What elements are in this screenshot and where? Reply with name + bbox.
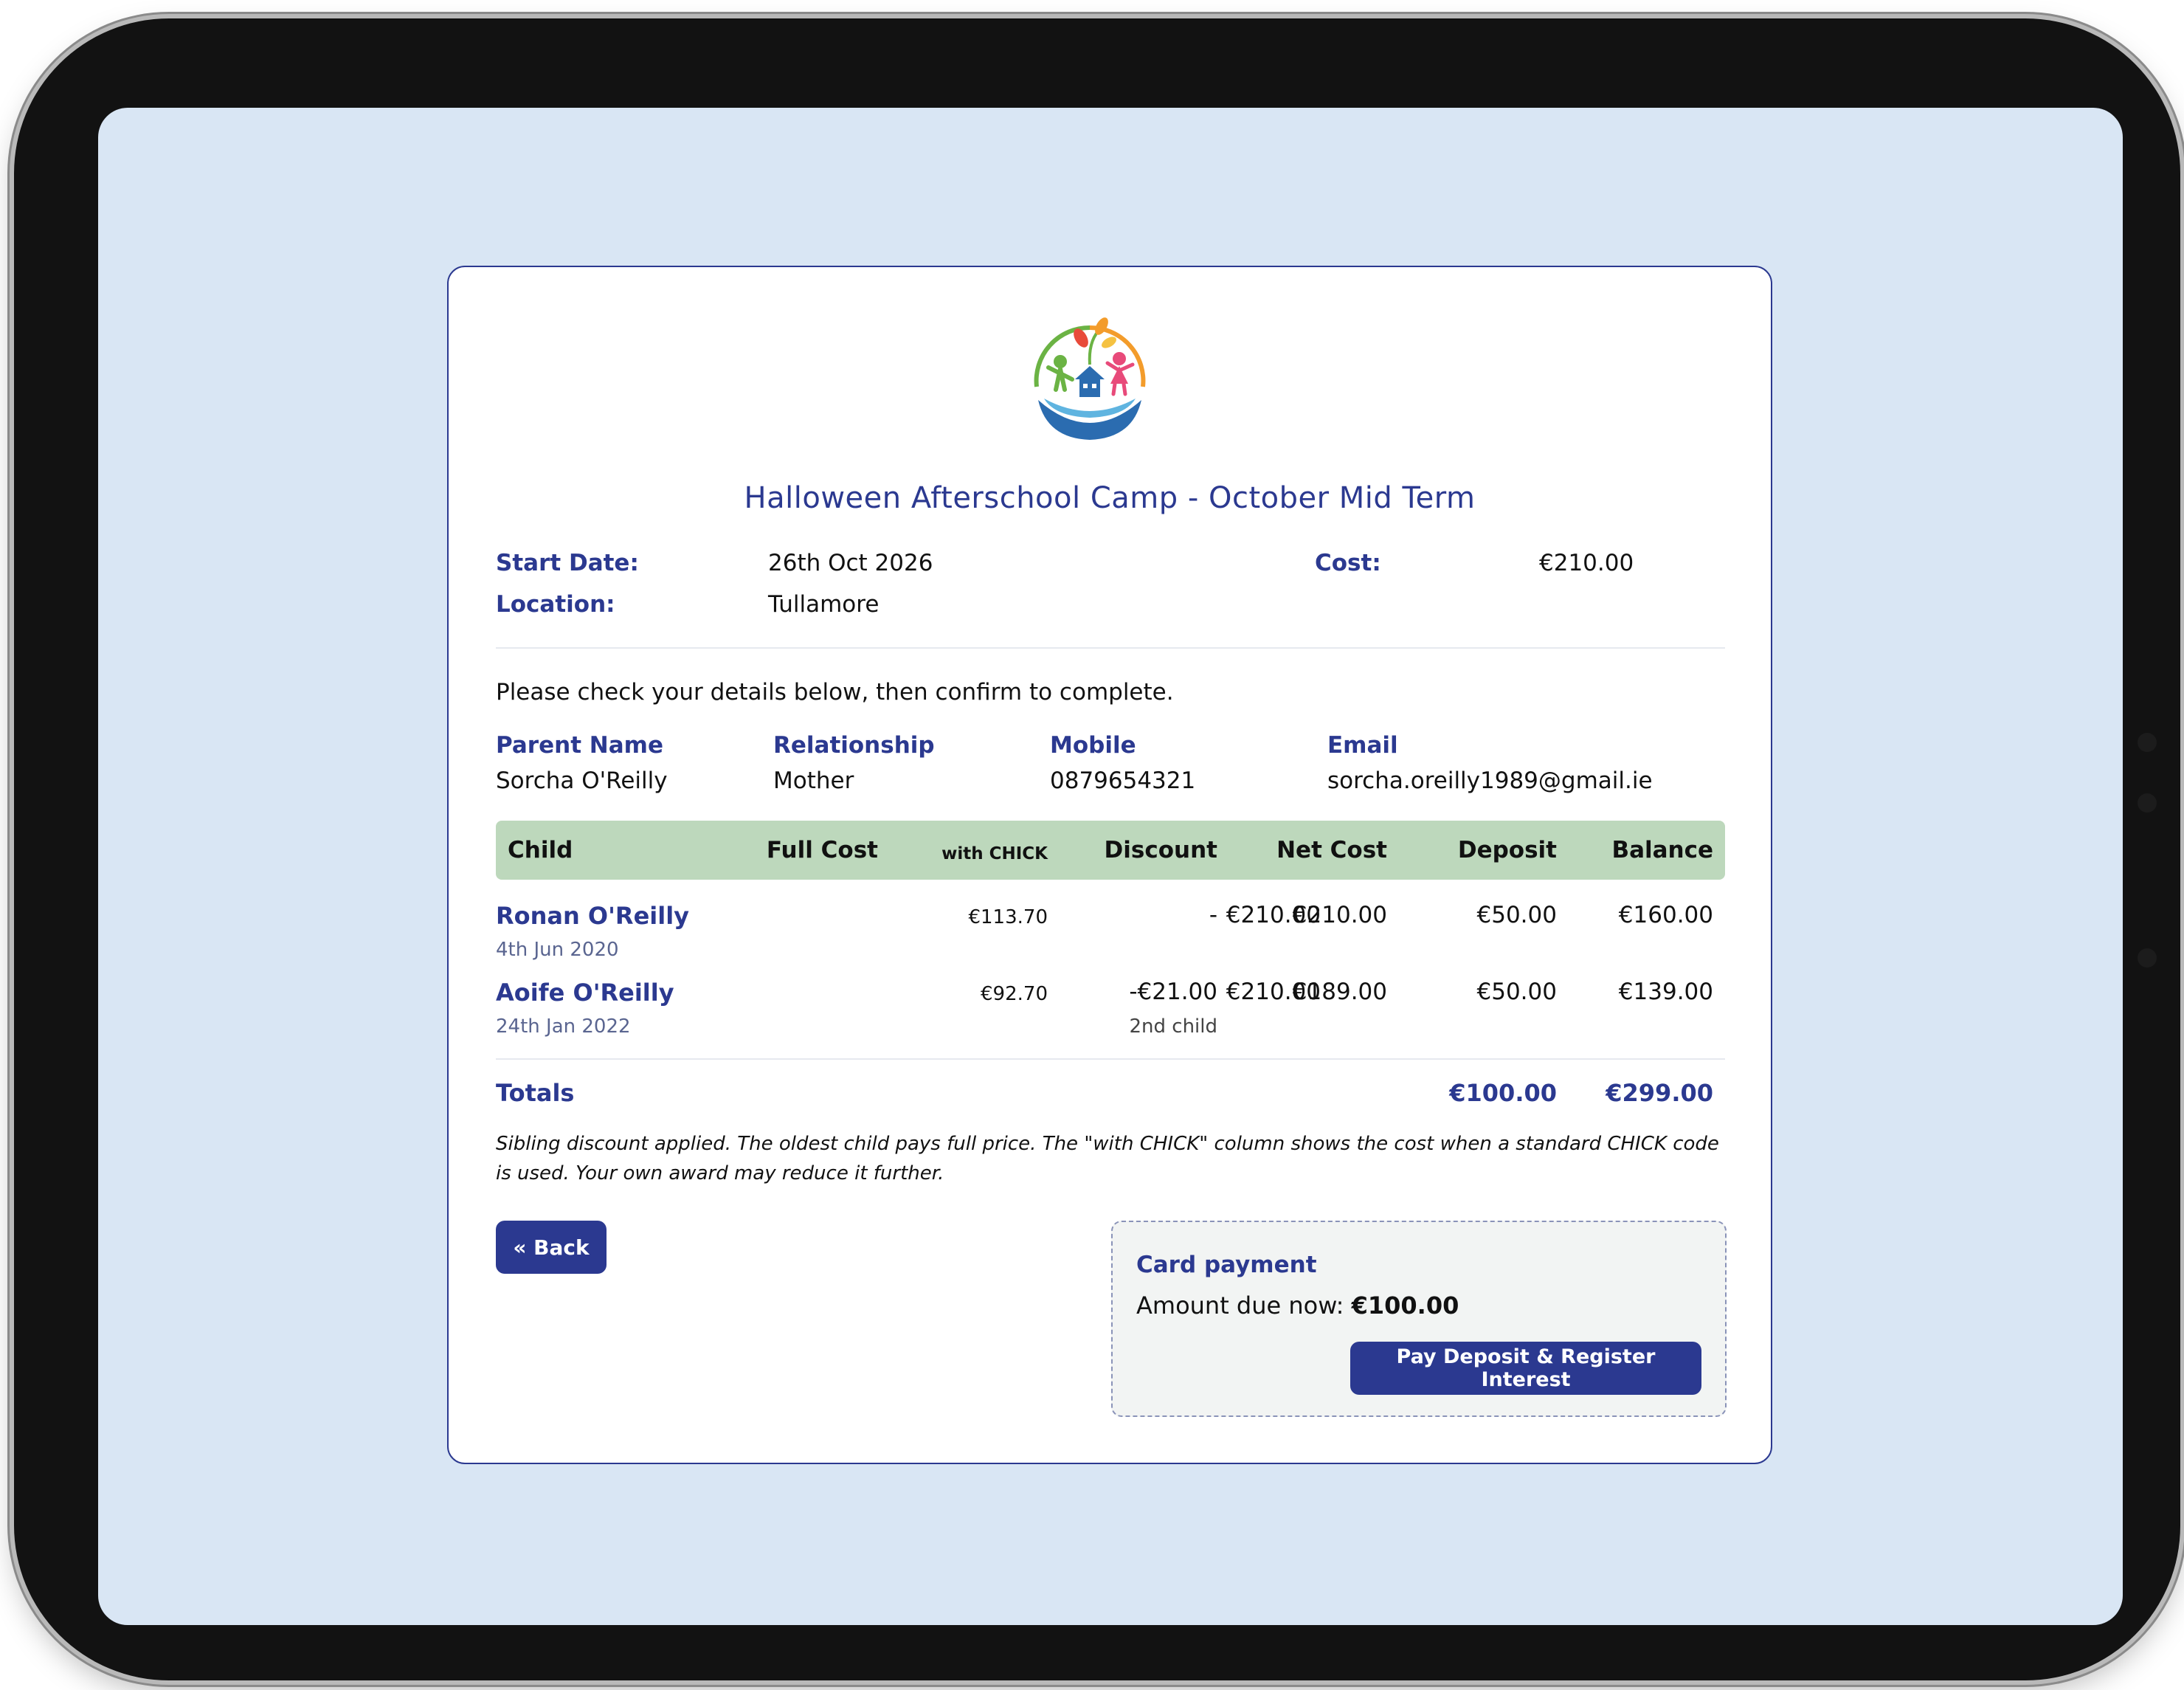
row-deposit: €50.00 xyxy=(1476,979,1557,1005)
back-button[interactable]: « Back xyxy=(496,1221,607,1274)
parent-name-label: Parent Name xyxy=(496,732,663,759)
children-table-header: Child Full Cost with CHICK Discount Net … xyxy=(496,821,1725,880)
totals-label: Totals xyxy=(496,1079,575,1107)
row-balance: €139.00 xyxy=(1618,979,1713,1005)
mobile-label: Mobile xyxy=(1050,732,1136,759)
parent-name-value: Sorcha O'Reilly xyxy=(496,768,668,794)
sensor-dot xyxy=(2138,793,2157,813)
location-label: Location: xyxy=(496,591,615,618)
cost-label: Cost: xyxy=(1315,550,1381,576)
pay-deposit-button[interactable]: Pay Deposit & Register Interest xyxy=(1350,1342,1701,1395)
relationship-label: Relationship xyxy=(773,732,935,759)
col-with-chick: with CHICK xyxy=(941,844,1048,863)
screen: Halloween Afterschool Camp - October Mid… xyxy=(98,108,2123,1625)
total-deposit: €100.00 xyxy=(1449,1079,1557,1107)
total-balance: €299.00 xyxy=(1606,1079,1713,1107)
camp-logo-icon xyxy=(1034,317,1146,440)
divider xyxy=(496,1058,1725,1060)
tablet-frame: Halloween Afterschool Camp - October Mid… xyxy=(14,18,2180,1680)
amount-due-value: €100.00 xyxy=(1351,1291,1459,1320)
sensor-dot xyxy=(2138,733,2157,752)
relationship-value: Mother xyxy=(773,768,854,794)
row-with-chick: €92.70 xyxy=(981,983,1048,1005)
cost-value: €210.00 xyxy=(1539,550,1634,576)
sensor-dot xyxy=(2138,948,2157,968)
start-date-value: 26th Oct 2026 xyxy=(768,550,933,576)
row-discount: -€21.00 xyxy=(1129,979,1217,1005)
row-with-chick: €113.70 xyxy=(968,906,1048,928)
row-net-cost: €210.00 xyxy=(1292,902,1387,928)
row-discount-note: 2nd child xyxy=(1129,1015,1217,1038)
confirmation-card: Halloween Afterschool Camp - October Mid… xyxy=(447,266,1772,1464)
row-deposit: €50.00 xyxy=(1476,902,1557,928)
email-label: Email xyxy=(1327,732,1398,759)
card-payment-title: Card payment xyxy=(1136,1252,1317,1278)
email-value: sorcha.oreilly1989@gmail.ie xyxy=(1327,768,1653,794)
location-value: Tullamore xyxy=(768,591,880,618)
col-child: Child xyxy=(508,837,573,863)
row-balance: €160.00 xyxy=(1618,902,1713,928)
col-full-cost: Full Cost xyxy=(766,837,878,863)
col-balance: Balance xyxy=(1611,837,1713,863)
amount-due-label: Amount due now: xyxy=(1136,1291,1352,1320)
sibling-discount-note: Sibling discount applied. The oldest chi… xyxy=(496,1133,1719,1184)
start-date-label: Start Date: xyxy=(496,550,639,576)
child-dob: 24th Jan 2022 xyxy=(496,1015,631,1038)
child-name: Aoife O'Reilly xyxy=(496,979,674,1007)
col-deposit: Deposit xyxy=(1457,837,1557,863)
divider xyxy=(496,647,1725,649)
child-name: Ronan O'Reilly xyxy=(496,902,690,930)
mobile-value: 0879654321 xyxy=(1050,768,1196,794)
amount-due: Amount due now: €100.00 xyxy=(1136,1291,1459,1320)
col-net-cost: Net Cost xyxy=(1276,837,1387,863)
row-net-cost: €189.00 xyxy=(1292,979,1387,1005)
col-discount: Discount xyxy=(1104,837,1217,863)
card-payment-panel: Card payment Amount due now: €100.00 Pay… xyxy=(1111,1221,1727,1417)
instructions-text: Please check your details below, then co… xyxy=(496,679,1174,706)
child-dob: 4th Jun 2020 xyxy=(496,939,619,961)
camp-title: Halloween Afterschool Camp - October Mid… xyxy=(744,481,1476,515)
row-discount: - xyxy=(1209,902,1217,928)
